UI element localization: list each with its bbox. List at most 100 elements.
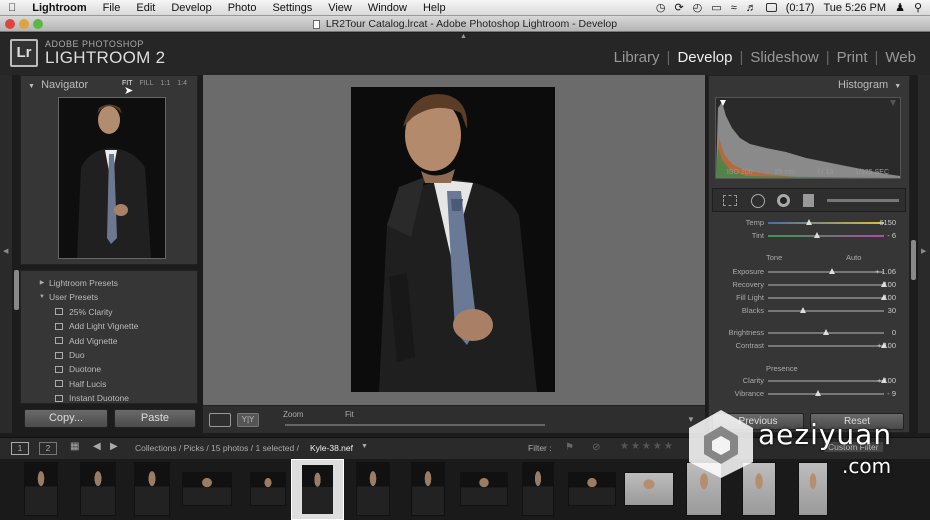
zoom-window-icon[interactable] xyxy=(33,19,43,29)
filename-dropdown-icon[interactable]: ▼ xyxy=(361,443,368,450)
tone-slider-knob[interactable] xyxy=(799,307,806,313)
histogram-header[interactable]: Histogram ▼ xyxy=(838,79,901,91)
preset-item[interactable]: Duo xyxy=(21,348,197,362)
minimize-window-icon[interactable] xyxy=(19,19,29,29)
presence-slider-track[interactable] xyxy=(768,393,884,395)
module-print[interactable]: Print xyxy=(837,49,868,66)
wb-slider-value[interactable]: - 6 xyxy=(887,231,896,240)
menu-settings[interactable]: Settings xyxy=(264,2,320,14)
menubar-clock[interactable]: Tue 5:26 PM xyxy=(823,2,886,14)
module-web[interactable]: Web xyxy=(885,49,916,66)
wb-slider-track[interactable] xyxy=(768,222,884,224)
left-panel-edge[interactable]: ◀ xyxy=(0,75,19,433)
presence-slider-value[interactable]: + 100 xyxy=(877,376,896,385)
main-photo[interactable] xyxy=(351,87,555,392)
user-icon[interactable]: ♟ xyxy=(895,1,905,14)
rating-stars-icon[interactable]: ★★★★★ xyxy=(620,441,675,452)
tone-slider-value[interactable]: 100 xyxy=(883,293,896,302)
battery-icon[interactable] xyxy=(765,3,777,12)
red-eye-icon[interactable] xyxy=(777,194,790,207)
filmstrip-path[interactable]: Collections / Picks / 15 photos / 1 sele… xyxy=(135,443,299,453)
flag-icon[interactable]: ⚑ xyxy=(565,442,574,453)
tone-slider-row[interactable]: Recovery 100 xyxy=(716,279,900,291)
crop-tool-icon[interactable] xyxy=(723,195,737,206)
filmstrip-thumb[interactable] xyxy=(182,472,232,506)
left-panel-toggle-icon[interactable]: ◀ xyxy=(3,247,8,255)
nav-1-1[interactable]: 1:1 xyxy=(161,80,171,87)
unflag-icon[interactable]: ⊘ xyxy=(592,442,600,453)
right-scrollbar[interactable] xyxy=(911,240,916,280)
tone-slider-value[interactable]: + 100 xyxy=(877,341,896,350)
nav-fill[interactable]: FILL xyxy=(140,80,154,87)
sync-icon[interactable]: ⟳ xyxy=(674,1,683,14)
tone-slider-track[interactable] xyxy=(768,271,884,273)
tone-slider-row[interactable]: Brightness 0 xyxy=(716,327,900,339)
menu-window[interactable]: Window xyxy=(360,2,415,14)
tone-slider-value[interactable]: 30 xyxy=(888,306,896,315)
filmstrip-thumb[interactable] xyxy=(250,472,286,506)
wb-slider-knob[interactable] xyxy=(813,232,820,238)
tone-slider-track[interactable] xyxy=(768,345,884,347)
wb-slider-knob[interactable] xyxy=(805,219,812,225)
tone-slider-value[interactable]: 0 xyxy=(892,328,896,337)
clock-icon[interactable]: ◴ xyxy=(693,1,703,14)
volume-icon[interactable]: ♬ xyxy=(746,2,757,14)
tone-slider-row[interactable]: Blacks 30 xyxy=(716,305,900,317)
tone-slider-track[interactable] xyxy=(768,284,884,286)
apple-menu-icon[interactable]:  xyxy=(0,2,24,14)
loupe-view-icon[interactable] xyxy=(209,413,231,427)
filmstrip-thumb[interactable] xyxy=(356,462,390,516)
wb-slider-row[interactable]: Temp 6150 xyxy=(716,217,900,229)
wifi-icon[interactable]: ≈ xyxy=(731,2,737,14)
right-panel-edge[interactable]: ▶ xyxy=(911,75,930,433)
page-2-button[interactable]: 2 xyxy=(39,442,57,455)
adjustment-brush-icon[interactable] xyxy=(827,199,899,202)
presence-slider-knob[interactable] xyxy=(814,390,821,396)
menu-view[interactable]: View xyxy=(320,2,360,14)
nav-1-4[interactable]: 1:4 xyxy=(177,80,187,87)
filmstrip-filename[interactable]: Kyle-38.nef xyxy=(310,443,353,453)
filmstrip-thumb[interactable] xyxy=(80,462,116,516)
tone-slider-value[interactable]: 100 xyxy=(883,280,896,289)
wb-slider-track[interactable] xyxy=(768,235,884,237)
display-icon[interactable]: ▭ xyxy=(711,1,721,14)
preset-item[interactable]: Instant Duotone xyxy=(21,391,197,403)
timemachine-icon[interactable]: ◷ xyxy=(656,1,666,14)
filmstrip-thumb[interactable] xyxy=(24,462,58,516)
preset-item[interactable]: Duotone xyxy=(21,362,197,376)
back-arrow-icon[interactable]: ◀ xyxy=(93,441,101,452)
preset-item[interactable]: 25% Clarity xyxy=(21,305,197,319)
filmstrip-thumb[interactable] xyxy=(624,472,674,506)
presence-slider-row[interactable]: Vibrance - 9 xyxy=(716,388,900,400)
page-1-button[interactable]: 1 xyxy=(11,442,29,455)
filmstrip-thumb[interactable] xyxy=(460,472,508,506)
top-panel-toggle-icon[interactable]: ▲ xyxy=(460,33,467,40)
menu-app-name[interactable]: Lightroom xyxy=(24,2,94,14)
menu-help[interactable]: Help xyxy=(415,2,454,14)
paste-button[interactable]: Paste xyxy=(114,409,196,428)
navigator-header[interactable]: ▼ Navigator xyxy=(28,79,88,91)
tone-slider-value[interactable]: + 1.06 xyxy=(875,267,896,276)
tone-slider-knob[interactable] xyxy=(823,329,829,335)
right-panel-toggle-icon[interactable]: ▶ xyxy=(921,247,926,255)
module-develop[interactable]: Develop xyxy=(677,49,732,66)
filmstrip-thumb[interactable] xyxy=(568,472,616,506)
tone-slider-knob[interactable] xyxy=(828,268,835,274)
tone-slider-track[interactable] xyxy=(768,297,884,299)
preset-group-user[interactable]: ▼ User Presets xyxy=(21,290,197,304)
filmstrip-thumb[interactable] xyxy=(134,462,170,516)
histogram[interactable] xyxy=(715,97,901,179)
presence-slider-track[interactable] xyxy=(768,380,884,382)
preset-group-lightroom[interactable]: ▶ Lightroom Presets xyxy=(21,276,197,290)
presence-slider-value[interactable]: - 9 xyxy=(887,389,896,398)
menu-edit[interactable]: Edit xyxy=(128,2,163,14)
zoom-slider[interactable] xyxy=(285,424,545,426)
menu-develop[interactable]: Develop xyxy=(163,2,219,14)
menu-file[interactable]: File xyxy=(95,2,129,14)
tone-slider-row[interactable]: Exposure + 1.06 xyxy=(716,266,900,278)
preset-item[interactable]: Half Lucis xyxy=(21,377,197,391)
forward-arrow-icon[interactable]: ▶ xyxy=(110,441,118,452)
preset-item[interactable]: Add Light Vignette xyxy=(21,319,197,333)
close-window-icon[interactable] xyxy=(5,19,15,29)
wb-slider-value[interactable]: 6150 xyxy=(879,218,896,227)
